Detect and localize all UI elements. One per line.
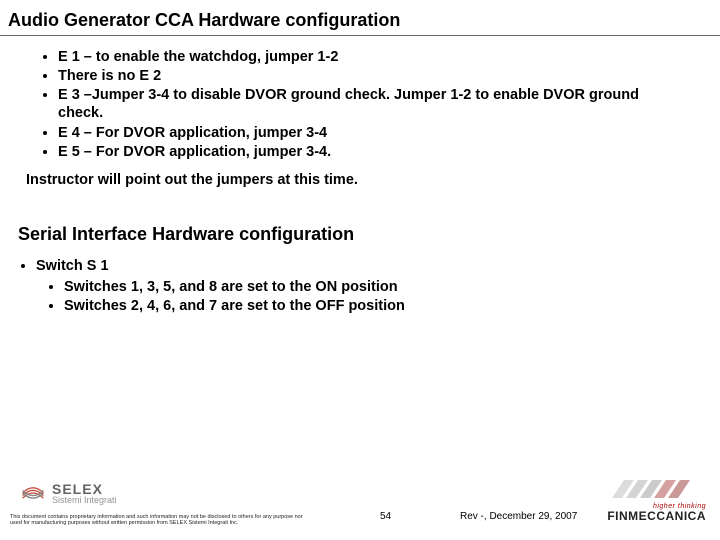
selex-text: SELEX Sistemi Integrati <box>52 482 117 505</box>
switch-outer-list: Switch S 1 Switches 1, 3, 5, and 8 are s… <box>18 257 684 314</box>
content-area: E 1 – to enable the watchdog, jumper 1-2… <box>0 36 720 315</box>
selex-logo: SELEX Sistemi Integrati <box>20 480 117 506</box>
title-block: Audio Generator CCA Hardware configurati… <box>0 0 720 36</box>
selex-subtitle: Sistemi Integrati <box>52 496 117 505</box>
switch-label: Switch S 1 <box>36 258 109 274</box>
list-item: Switches 1, 3, 5, and 8 are set to the O… <box>64 278 684 296</box>
finmeccanica-logo: higher thinking FINMECCANICA <box>607 503 706 522</box>
hardware-bullet-list: E 1 – to enable the watchdog, jumper 1-2… <box>36 48 684 161</box>
footer: SELEX Sistemi Integrati higher thinking … <box>0 472 720 532</box>
list-item: E 3 –Jumper 3-4 to disable DVOR ground c… <box>58 86 684 122</box>
decorative-bars-icon <box>612 480 702 502</box>
list-item: E 5 – For DVOR application, jumper 3-4. <box>58 143 684 161</box>
disclaimer-text: This document contains proprietary infor… <box>10 514 310 526</box>
slide: Audio Generator CCA Hardware configurati… <box>0 0 720 540</box>
section-title: Serial Interface Hardware configuration <box>18 223 684 246</box>
list-item: Switches 2, 4, 6, and 7 are set to the O… <box>64 297 684 315</box>
list-item: E 1 – to enable the watchdog, jumper 1-2 <box>58 48 684 66</box>
list-item: Switch S 1 Switches 1, 3, 5, and 8 are s… <box>36 257 684 314</box>
selex-mark-icon <box>20 480 46 506</box>
section-serial-interface: Serial Interface Hardware configuration … <box>18 223 684 315</box>
finmeccanica-name: FINMECCANICA <box>607 510 706 522</box>
page-title: Audio Generator CCA Hardware configurati… <box>8 10 712 31</box>
selex-name: SELEX <box>52 482 117 496</box>
list-item: There is no E 2 <box>58 67 684 85</box>
list-item: E 4 – For DVOR application, jumper 3-4 <box>58 124 684 142</box>
revision-date: Rev -, December 29, 2007 <box>460 511 577 522</box>
page-number: 54 <box>380 511 391 522</box>
switch-inner-list: Switches 1, 3, 5, and 8 are set to the O… <box>36 278 684 315</box>
instructor-note: Instructor will point out the jumpers at… <box>26 171 684 189</box>
